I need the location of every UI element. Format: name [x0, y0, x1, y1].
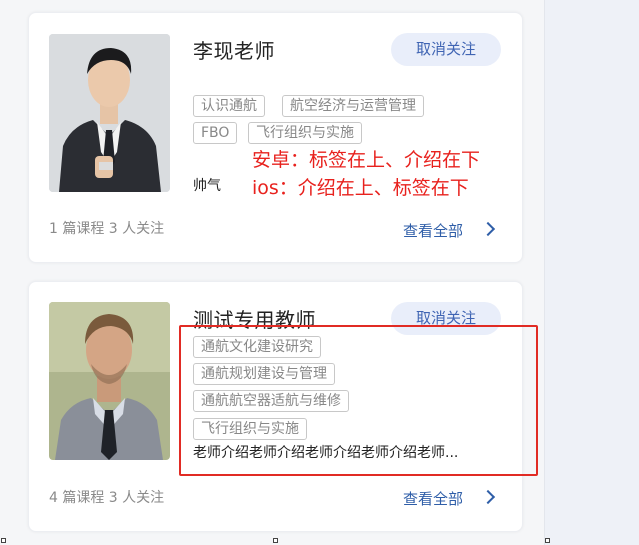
course-tag[interactable]: 航空经济与运营管理 — [282, 95, 424, 117]
annotation-android: 安卓：标签在上、介绍在下 — [252, 149, 481, 171]
teacher-avatar — [49, 302, 170, 460]
view-all-link[interactable]: 查看全部 — [403, 220, 463, 241]
resize-handle[interactable] — [273, 538, 278, 543]
course-tag[interactable]: 认识通航 — [193, 95, 265, 117]
annotation-ios: ios：介绍在上、标签在下 — [252, 177, 469, 199]
resize-handle[interactable] — [1, 538, 6, 543]
teacher-stats: 1 篇课程 3 人关注 — [49, 221, 165, 237]
teacher-stats: 4 篇课程 3 人关注 — [49, 490, 165, 506]
empty-background-area — [544, 0, 639, 545]
course-tag[interactable]: FBO — [193, 122, 238, 144]
teacher-bio: 帅气 — [193, 178, 221, 194]
teacher-avatar — [49, 34, 170, 192]
divider — [544, 0, 545, 545]
chevron-right-icon[interactable] — [480, 489, 496, 505]
chevron-right-icon[interactable] — [480, 221, 496, 237]
teacher-name: 李现老师 — [193, 39, 275, 63]
resize-handle[interactable] — [545, 538, 550, 543]
unfollow-button[interactable]: 取消关注 — [391, 33, 501, 66]
annotation-highlight-box — [179, 325, 538, 476]
view-all-link[interactable]: 查看全部 — [403, 488, 463, 509]
teacher-card[interactable]: 李现老师 取消关注 认识通航 航空经济与运营管理 FBO 飞行组织与实施 帅气 … — [28, 12, 523, 263]
course-tag[interactable]: 飞行组织与实施 — [248, 122, 362, 144]
